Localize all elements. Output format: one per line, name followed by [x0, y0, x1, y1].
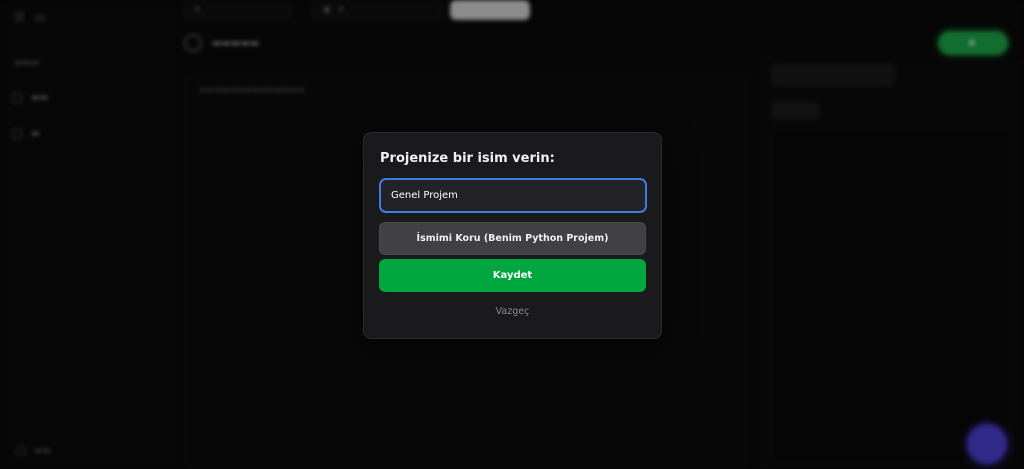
cancel-button[interactable]: Vazgeç: [379, 301, 646, 321]
project-name-input[interactable]: [379, 178, 647, 213]
save-button[interactable]: Kaydet: [379, 259, 646, 292]
keep-name-button[interactable]: İsmimi Koru (Benim Python Projem): [379, 222, 646, 255]
rename-project-dialog: Projenize bir isim verin: İsmimi Koru (B…: [363, 132, 662, 339]
dialog-title: Projenize bir isim verin:: [380, 151, 555, 166]
